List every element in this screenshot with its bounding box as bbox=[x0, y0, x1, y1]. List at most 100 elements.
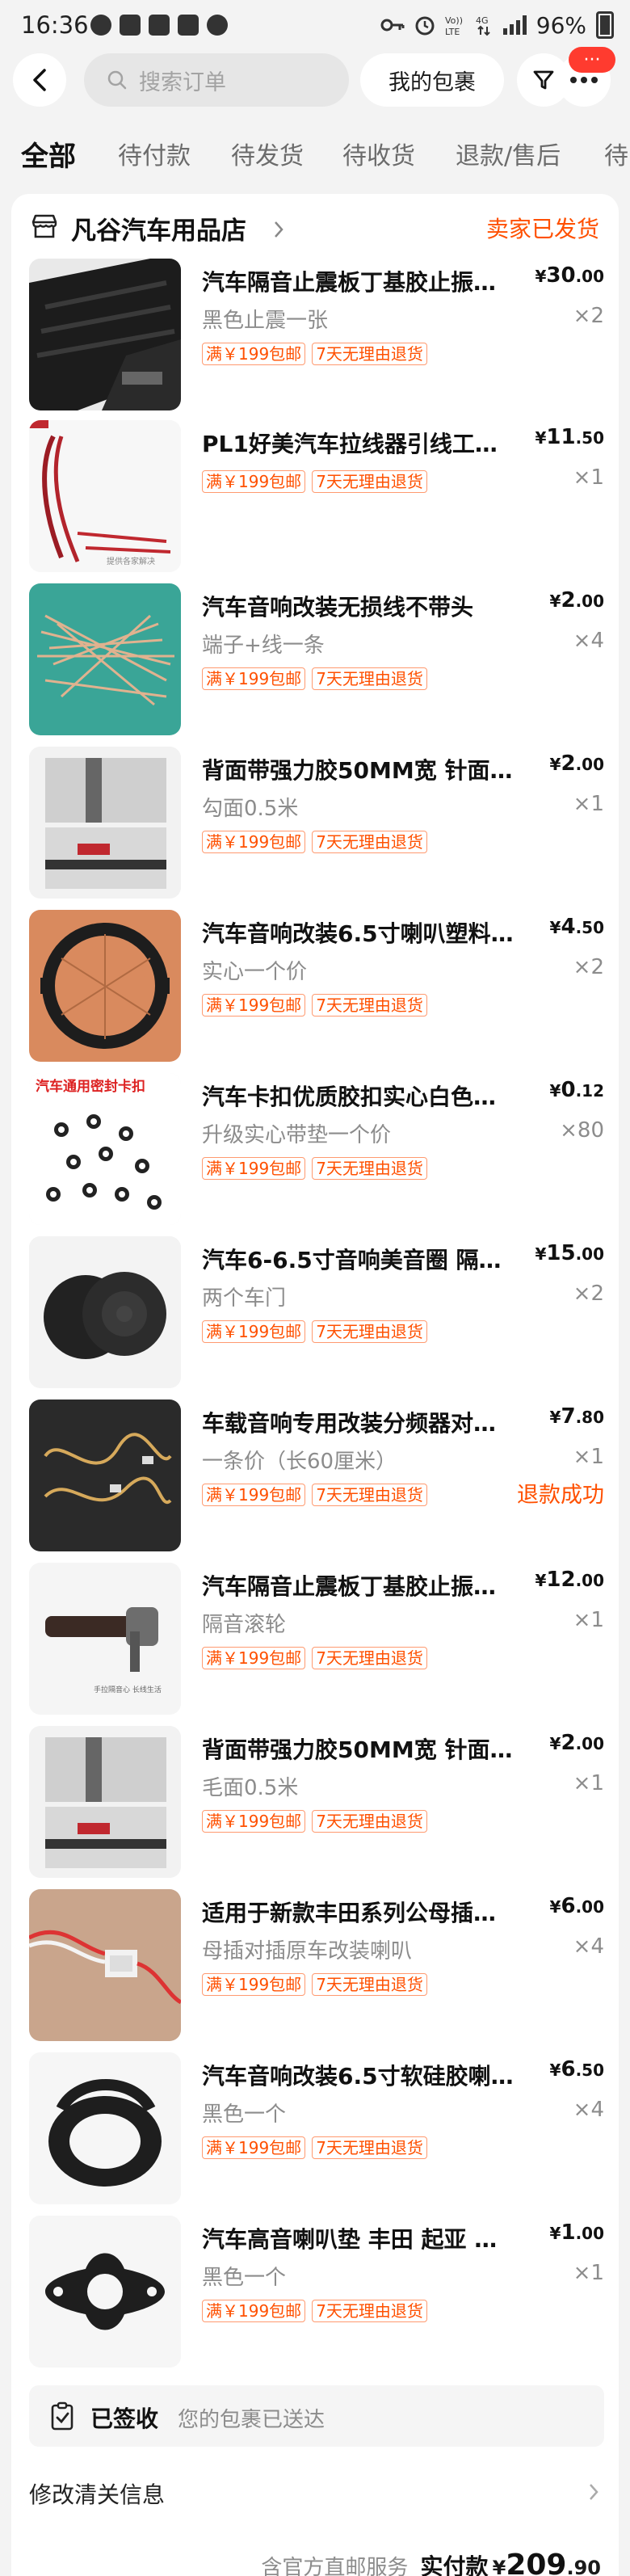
product-title[interactable]: 汽车高音喇叭垫 丰田 起亚 现代 高音座 bbox=[202, 2222, 517, 2254]
signed-clipboard-icon bbox=[51, 2401, 74, 2431]
product-image bbox=[29, 259, 181, 410]
product-image bbox=[29, 747, 181, 899]
return-policy-tag: 7天无理由退货 bbox=[312, 2300, 427, 2322]
return-policy-tag: 7天无理由退货 bbox=[312, 1320, 427, 1343]
customs-label: 修改清关信息 bbox=[29, 2481, 166, 2508]
order-item[interactable]: 提供各家解决 PL1好美汽车拉线器引线工具音响改装 满￥199包邮 7天无理由退… bbox=[29, 420, 604, 574]
refund-status[interactable]: 退款成功 bbox=[517, 1477, 604, 1509]
product-title[interactable]: 汽车隔音止震板丁基胶止振板隔音材料 bbox=[202, 265, 517, 297]
logistics-status[interactable]: 已签收 您的包裹已送达 bbox=[29, 2385, 604, 2447]
free-shipping-tag: 满￥199包邮 bbox=[202, 667, 306, 690]
order-item[interactable]: 汽车隔音止震板丁基胶止振板隔音材料 黑色止震一张 满￥199包邮 7天无理由退货… bbox=[29, 259, 604, 412]
product-title[interactable]: 背面带强力胶50MM宽 针面 勾面魔术贴 bbox=[202, 753, 517, 785]
signal-icon bbox=[502, 15, 527, 35]
service-tags: 满￥199包邮 7天无理由退货 bbox=[202, 1810, 427, 1833]
product-image bbox=[29, 1236, 181, 1388]
back-button[interactable] bbox=[13, 53, 66, 107]
product-title[interactable]: 汽车6-6.5寸音响美音圈 隔音圈海绵 bbox=[202, 1243, 517, 1275]
tab-pending-payment[interactable]: 待付款 bbox=[118, 136, 191, 171]
return-policy-tag: 7天无理由退货 bbox=[312, 2136, 427, 2159]
more-icon bbox=[570, 77, 598, 83]
return-policy-tag: 7天无理由退货 bbox=[312, 470, 427, 493]
order-item[interactable]: 汽车高音喇叭垫 丰田 起亚 现代 高音座 黑色一个 满￥199包邮 7天无理由退… bbox=[29, 2216, 604, 2369]
free-shipping-tag: 满￥199包邮 bbox=[202, 2300, 306, 2322]
product-price: ¥4.50 bbox=[549, 915, 604, 939]
product-spec: 母插对插原车改装喇叭 bbox=[202, 1939, 413, 1964]
product-image bbox=[29, 2052, 181, 2204]
order-item[interactable]: 汽车6-6.5寸音响美音圈 隔音圈海绵 两个车门 满￥199包邮 7天无理由退货… bbox=[29, 1236, 604, 1390]
order-item[interactable]: 汽车音响改装6.5寸喇叭塑料垫圈支架 实心一个价 满￥199包邮 7天无理由退货… bbox=[29, 910, 604, 1063]
product-spec: 一条价（长60厘米） bbox=[202, 1450, 397, 1474]
product-quantity: ×1 bbox=[573, 465, 604, 490]
header: 搜索订单 我的包裹 bbox=[0, 53, 630, 110]
currency-symbol: ¥ bbox=[492, 2557, 506, 2576]
product-spec: 两个车门 bbox=[202, 1286, 287, 1311]
signed-description: 您的包裹已送达 bbox=[178, 2408, 326, 2432]
volte-icon: Vo))LTE bbox=[445, 15, 463, 36]
product-title[interactable]: 适用于新款丰田系列公母插汽车喇叭线 bbox=[202, 1896, 517, 1928]
product-spec: 黑色止震一张 bbox=[202, 309, 329, 333]
filter-icon bbox=[533, 70, 554, 90]
product-quantity: ×1 bbox=[573, 2261, 604, 2285]
shop-header[interactable]: 凡谷汽车用品店 卖家已发货 bbox=[31, 208, 599, 249]
network-4g-icon: 4G bbox=[476, 15, 490, 36]
product-quantity: ×1 bbox=[573, 792, 604, 816]
my-packages-button[interactable]: 我的包裹 bbox=[360, 53, 504, 107]
tab-refund-aftersales[interactable]: 退款/售后 bbox=[456, 136, 561, 171]
service-tags: 满￥199包邮 7天无理由退货 bbox=[202, 667, 427, 690]
order-item[interactable]: 车载音响专用改装分频器对接线材 一条价（长60厘米） 满￥199包邮 7天无理由… bbox=[29, 1400, 604, 1553]
order-item[interactable]: 背面带强力胶50MM宽 针面 勾面魔术贴 勾面0.5米 满￥199包邮 7天无理… bbox=[29, 747, 604, 900]
product-spec: 端子+线一条 bbox=[202, 633, 325, 658]
order-item[interactable]: 汽车音响改装无损线不带头 端子+线一条 满￥199包邮 7天无理由退货 ¥2.0… bbox=[29, 583, 604, 737]
free-shipping-tag: 满￥199包邮 bbox=[202, 1810, 306, 1833]
product-spec: 实心一个价 bbox=[202, 960, 308, 984]
product-price: ¥11.50 bbox=[535, 425, 604, 449]
free-shipping-tag: 满￥199包邮 bbox=[202, 994, 306, 1017]
shop-name[interactable]: 凡谷汽车用品店 bbox=[71, 210, 246, 246]
product-title[interactable]: 汽车音响改装6.5寸软硅胶喇叭防水罩 bbox=[202, 2059, 517, 2091]
tab-pending-review[interactable]: 待 bbox=[604, 136, 628, 171]
product-title[interactable]: 背面带强力胶50MM宽 针面 勾面魔术贴 bbox=[202, 1732, 517, 1765]
shop-icon bbox=[32, 214, 57, 238]
product-image bbox=[29, 910, 181, 1062]
search-placeholder: 搜索订单 bbox=[139, 69, 226, 95]
product-title[interactable]: 汽车音响改装6.5寸喇叭塑料垫圈支架 bbox=[202, 916, 517, 949]
order-item[interactable]: 适用于新款丰田系列公母插汽车喇叭线 母插对插原车改装喇叭 满￥199包邮 7天无… bbox=[29, 1889, 604, 2043]
tab-pending-shipment[interactable]: 待发货 bbox=[231, 136, 304, 171]
info-icon bbox=[207, 15, 228, 36]
free-shipping-tag: 满￥199包邮 bbox=[202, 1484, 306, 1506]
order-item[interactable]: 手拉隔音心 长线生活 汽车隔音止震板丁基胶止振板隔音材料 隔音滚轮 满￥199包… bbox=[29, 1563, 604, 1716]
return-policy-tag: 7天无理由退货 bbox=[312, 1157, 427, 1180]
product-title[interactable]: PL1好美汽车拉线器引线工具音响改装 bbox=[202, 427, 517, 459]
product-quantity: ×2 bbox=[573, 304, 604, 328]
search-input[interactable]: 搜索订单 bbox=[84, 53, 349, 107]
service-tags: 满￥199包邮 7天无理由退货 bbox=[202, 1973, 427, 1996]
order-item[interactable]: 汽车音响改装6.5寸软硅胶喇叭防水罩 黑色一个 满￥199包邮 7天无理由退货 … bbox=[29, 2052, 604, 2206]
tab-pending-receipt[interactable]: 待收货 bbox=[342, 136, 415, 171]
tab-all[interactable]: 全部 bbox=[21, 134, 76, 174]
product-price: ¥6.00 bbox=[549, 1894, 604, 1918]
product-title[interactable]: 汽车音响改装无损线不带头 bbox=[202, 590, 517, 622]
product-price: ¥1.00 bbox=[549, 2220, 604, 2245]
svg-text:提供各家解决: 提供各家解决 bbox=[107, 556, 155, 566]
edit-customs-info[interactable]: 修改清关信息 bbox=[29, 2471, 604, 2519]
product-price: ¥2.00 bbox=[549, 1731, 604, 1755]
product-image: 提供各家解决 bbox=[29, 420, 181, 572]
free-shipping-tag: 满￥199包邮 bbox=[202, 1320, 306, 1343]
service-tags: 满￥199包邮 7天无理由退货 bbox=[202, 1157, 427, 1180]
product-price: ¥30.00 bbox=[535, 263, 604, 288]
order-card[interactable]: 凡谷汽车用品店 卖家已发货 汽车隔音止震板丁基胶止振板隔音材料 黑色止震一张 满… bbox=[11, 194, 619, 2576]
product-price: ¥2.00 bbox=[549, 751, 604, 776]
order-item[interactable]: 汽车通用密封卡扣 汽车卡扣优质胶扣实心白色卡扣 密封 升级实心带垫一个价 满￥1… bbox=[29, 1073, 604, 1227]
product-title[interactable]: 汽车卡扣优质胶扣实心白色卡扣 密封 bbox=[202, 1080, 517, 1112]
free-shipping-tag: 满￥199包邮 bbox=[202, 470, 306, 493]
product-price: ¥6.50 bbox=[549, 2057, 604, 2081]
product-title[interactable]: 车载音响专用改装分频器对接线材 bbox=[202, 1406, 517, 1438]
paid-amount: 209 bbox=[506, 2549, 567, 2576]
product-quantity: ×1 bbox=[573, 1771, 604, 1795]
product-spec: 毛面0.5米 bbox=[202, 1776, 299, 1800]
product-quantity: ×4 bbox=[573, 629, 604, 653]
key-icon bbox=[380, 19, 405, 32]
product-title[interactable]: 汽车隔音止震板丁基胶止振板隔音材料 bbox=[202, 1569, 517, 1602]
order-item[interactable]: 背面带强力胶50MM宽 针面 勾面魔术贴 毛面0.5米 满￥199包邮 7天无理… bbox=[29, 1726, 604, 1879]
